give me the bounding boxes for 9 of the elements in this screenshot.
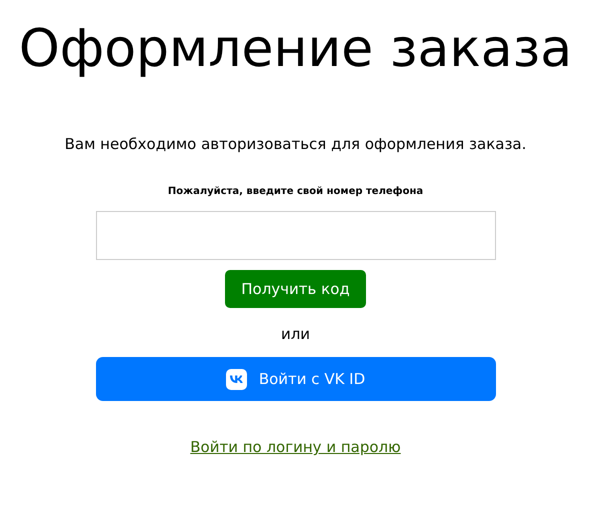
or-separator: или [280,324,310,344]
login-password-link[interactable]: Войти по логину и паролю [190,436,401,458]
get-code-button[interactable]: Получить код [225,270,366,308]
phone-input-field[interactable] [96,211,496,260]
logo-icon [226,368,247,390]
vk-login-button[interactable]: Войти с VK ID [96,357,496,401]
page-title: Оформление заказа [18,18,572,80]
auth-message: Вам необходимо авторизоваться для оформления заказа. [64,134,526,154]
phone-label: Пожалуйста, введите свой номер телефона [168,185,424,199]
